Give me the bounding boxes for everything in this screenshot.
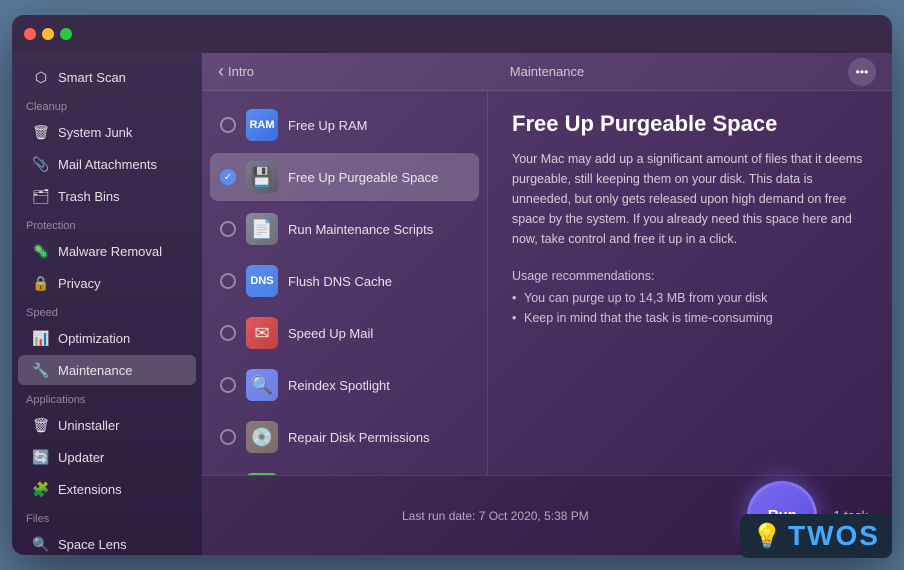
- task-item-repair-disk[interactable]: 💿 Repair Disk Permissions: [210, 413, 479, 461]
- usage-label: Usage recommendations:: [512, 269, 868, 283]
- twos-text: TWOS: [788, 520, 880, 552]
- sidebar-item-space-lens[interactable]: 🔍 Space Lens: [18, 529, 196, 555]
- main-layout: ⬡ Smart Scan Cleanup 🗑 System Junk 📎 Mai…: [12, 53, 892, 555]
- task-icon-speed-up-mail: ✉: [246, 317, 278, 349]
- task-item-time-machine[interactable]: ⏰ Time Machine Snapshot Thinning: [210, 465, 479, 475]
- optimization-icon: 📊: [32, 329, 50, 347]
- detail-title: Free Up Purgeable Space: [512, 111, 868, 137]
- page-title: Maintenance: [510, 64, 584, 79]
- task-label-free-up-ram: Free Up RAM: [288, 118, 367, 133]
- malware-removal-icon: 🦠: [32, 242, 50, 260]
- section-label-speed: Speed: [12, 299, 202, 322]
- sidebar-item-label: Privacy: [58, 276, 101, 291]
- task-radio-speed-up-mail[interactable]: [220, 325, 236, 341]
- sidebar-item-extensions[interactable]: 🧩 Extensions: [18, 474, 196, 504]
- sidebar-item-system-junk[interactable]: 🗑 System Junk: [18, 117, 196, 147]
- sidebar-item-uninstaller[interactable]: 🗑 Uninstaller: [18, 410, 196, 440]
- section-label-protection: Protection: [12, 212, 202, 235]
- privacy-icon: 🔒: [32, 274, 50, 292]
- back-label: Intro: [228, 64, 254, 79]
- sidebar-item-smart-scan[interactable]: ⬡ Smart Scan: [18, 62, 196, 92]
- content-area: Intro Maintenance ••• RAM Free Up RAM: [202, 53, 892, 555]
- content-header: Intro Maintenance •••: [202, 53, 892, 91]
- task-item-free-up-purgeable[interactable]: 💾 Free Up Purgeable Space: [210, 153, 479, 201]
- updater-icon: 🔄: [32, 448, 50, 466]
- sidebar-item-label: Updater: [58, 450, 104, 465]
- task-icon-free-up-purgeable: 💾: [246, 161, 278, 193]
- task-label-repair-disk: Repair Disk Permissions: [288, 430, 430, 445]
- task-icon-flush-dns: DNS: [246, 265, 278, 297]
- task-radio-run-maintenance[interactable]: [220, 221, 236, 237]
- task-item-free-up-ram[interactable]: RAM Free Up RAM: [210, 101, 479, 149]
- task-item-run-maintenance[interactable]: 📄 Run Maintenance Scripts: [210, 205, 479, 253]
- usage-item-0: You can purge up to 14,3 MB from your di…: [512, 291, 868, 305]
- task-item-reindex-spotlight[interactable]: 🔍 Reindex Spotlight: [210, 361, 479, 409]
- task-icon-reindex-spotlight: 🔍: [246, 369, 278, 401]
- task-radio-reindex-spotlight[interactable]: [220, 377, 236, 393]
- task-radio-free-up-ram[interactable]: [220, 117, 236, 133]
- sidebar-item-malware-removal[interactable]: 🦠 Malware Removal: [18, 236, 196, 266]
- minimize-button[interactable]: [42, 28, 54, 40]
- extensions-icon: 🧩: [32, 480, 50, 498]
- task-icon-repair-disk: 💿: [246, 421, 278, 453]
- detail-description: Your Mac may add up a significant amount…: [512, 149, 868, 249]
- twos-badge: 💡 TWOS: [740, 514, 892, 558]
- sidebar-item-label: Trash Bins: [58, 189, 120, 204]
- last-run-date: Last run date: 7 Oct 2020, 5:38 PM: [402, 509, 589, 523]
- close-button[interactable]: [24, 28, 36, 40]
- sidebar: ⬡ Smart Scan Cleanup 🗑 System Junk 📎 Mai…: [12, 53, 202, 555]
- system-junk-icon: 🗑: [32, 123, 50, 141]
- traffic-lights: [24, 28, 72, 40]
- usage-recommendations: Usage recommendations: You can purge up …: [512, 269, 868, 325]
- sidebar-item-trash-bins[interactable]: 🗂 Trash Bins: [18, 181, 196, 211]
- sidebar-item-mail-attachments[interactable]: 📎 Mail Attachments: [18, 149, 196, 179]
- app-window: ⬡ Smart Scan Cleanup 🗑 System Junk 📎 Mai…: [12, 15, 892, 555]
- task-icon-free-up-ram: RAM: [246, 109, 278, 141]
- sidebar-item-label: Maintenance: [58, 363, 132, 378]
- task-label-speed-up-mail: Speed Up Mail: [288, 326, 373, 341]
- sidebar-item-privacy[interactable]: 🔒 Privacy: [18, 268, 196, 298]
- sidebar-item-label: Smart Scan: [58, 70, 126, 85]
- smart-scan-icon: ⬡: [32, 68, 50, 86]
- task-label-run-maintenance: Run Maintenance Scripts: [288, 222, 433, 237]
- sidebar-item-label: Malware Removal: [58, 244, 162, 259]
- dot-icon: •••: [856, 65, 869, 79]
- header-dot-button[interactable]: •••: [848, 58, 876, 86]
- sidebar-item-label: Space Lens: [58, 537, 127, 552]
- sidebar-item-label: Optimization: [58, 331, 130, 346]
- sidebar-item-maintenance[interactable]: 🔧 Maintenance: [18, 355, 196, 385]
- sidebar-item-optimization[interactable]: 📊 Optimization: [18, 323, 196, 353]
- section-label-files: Files: [12, 505, 202, 528]
- sidebar-item-label: System Junk: [58, 125, 132, 140]
- task-label-flush-dns: Flush DNS Cache: [288, 274, 392, 289]
- usage-item-1: Keep in mind that the task is time-consu…: [512, 311, 868, 325]
- uninstaller-icon: 🗑: [32, 416, 50, 434]
- task-item-flush-dns[interactable]: DNS Flush DNS Cache: [210, 257, 479, 305]
- back-button[interactable]: Intro: [218, 61, 254, 82]
- sidebar-item-label: Uninstaller: [58, 418, 119, 433]
- task-radio-flush-dns[interactable]: [220, 273, 236, 289]
- task-radio-free-up-purgeable[interactable]: [220, 169, 236, 185]
- sidebar-item-label: Mail Attachments: [58, 157, 157, 172]
- maintenance-icon: 🔧: [32, 361, 50, 379]
- sidebar-item-label: Extensions: [58, 482, 122, 497]
- detail-panel: Free Up Purgeable Space Your Mac may add…: [487, 91, 892, 475]
- content-body: RAM Free Up RAM 💾 Free Up Purgeable Spac…: [202, 91, 892, 475]
- sidebar-item-updater[interactable]: 🔄 Updater: [18, 442, 196, 472]
- task-label-free-up-purgeable: Free Up Purgeable Space: [288, 170, 438, 185]
- space-lens-icon: 🔍: [32, 535, 50, 553]
- mail-attachments-icon: 📎: [32, 155, 50, 173]
- task-label-reindex-spotlight: Reindex Spotlight: [288, 378, 390, 393]
- section-label-cleanup: Cleanup: [12, 93, 202, 116]
- maximize-button[interactable]: [60, 28, 72, 40]
- task-list: RAM Free Up RAM 💾 Free Up Purgeable Spac…: [202, 91, 487, 475]
- trash-bins-icon: 🗂: [32, 187, 50, 205]
- twos-icon: 💡: [752, 522, 782, 551]
- task-item-speed-up-mail[interactable]: ✉ Speed Up Mail: [210, 309, 479, 357]
- task-radio-repair-disk[interactable]: [220, 429, 236, 445]
- title-bar: [12, 15, 892, 53]
- task-icon-run-maintenance: 📄: [246, 213, 278, 245]
- section-label-applications: Applications: [12, 386, 202, 409]
